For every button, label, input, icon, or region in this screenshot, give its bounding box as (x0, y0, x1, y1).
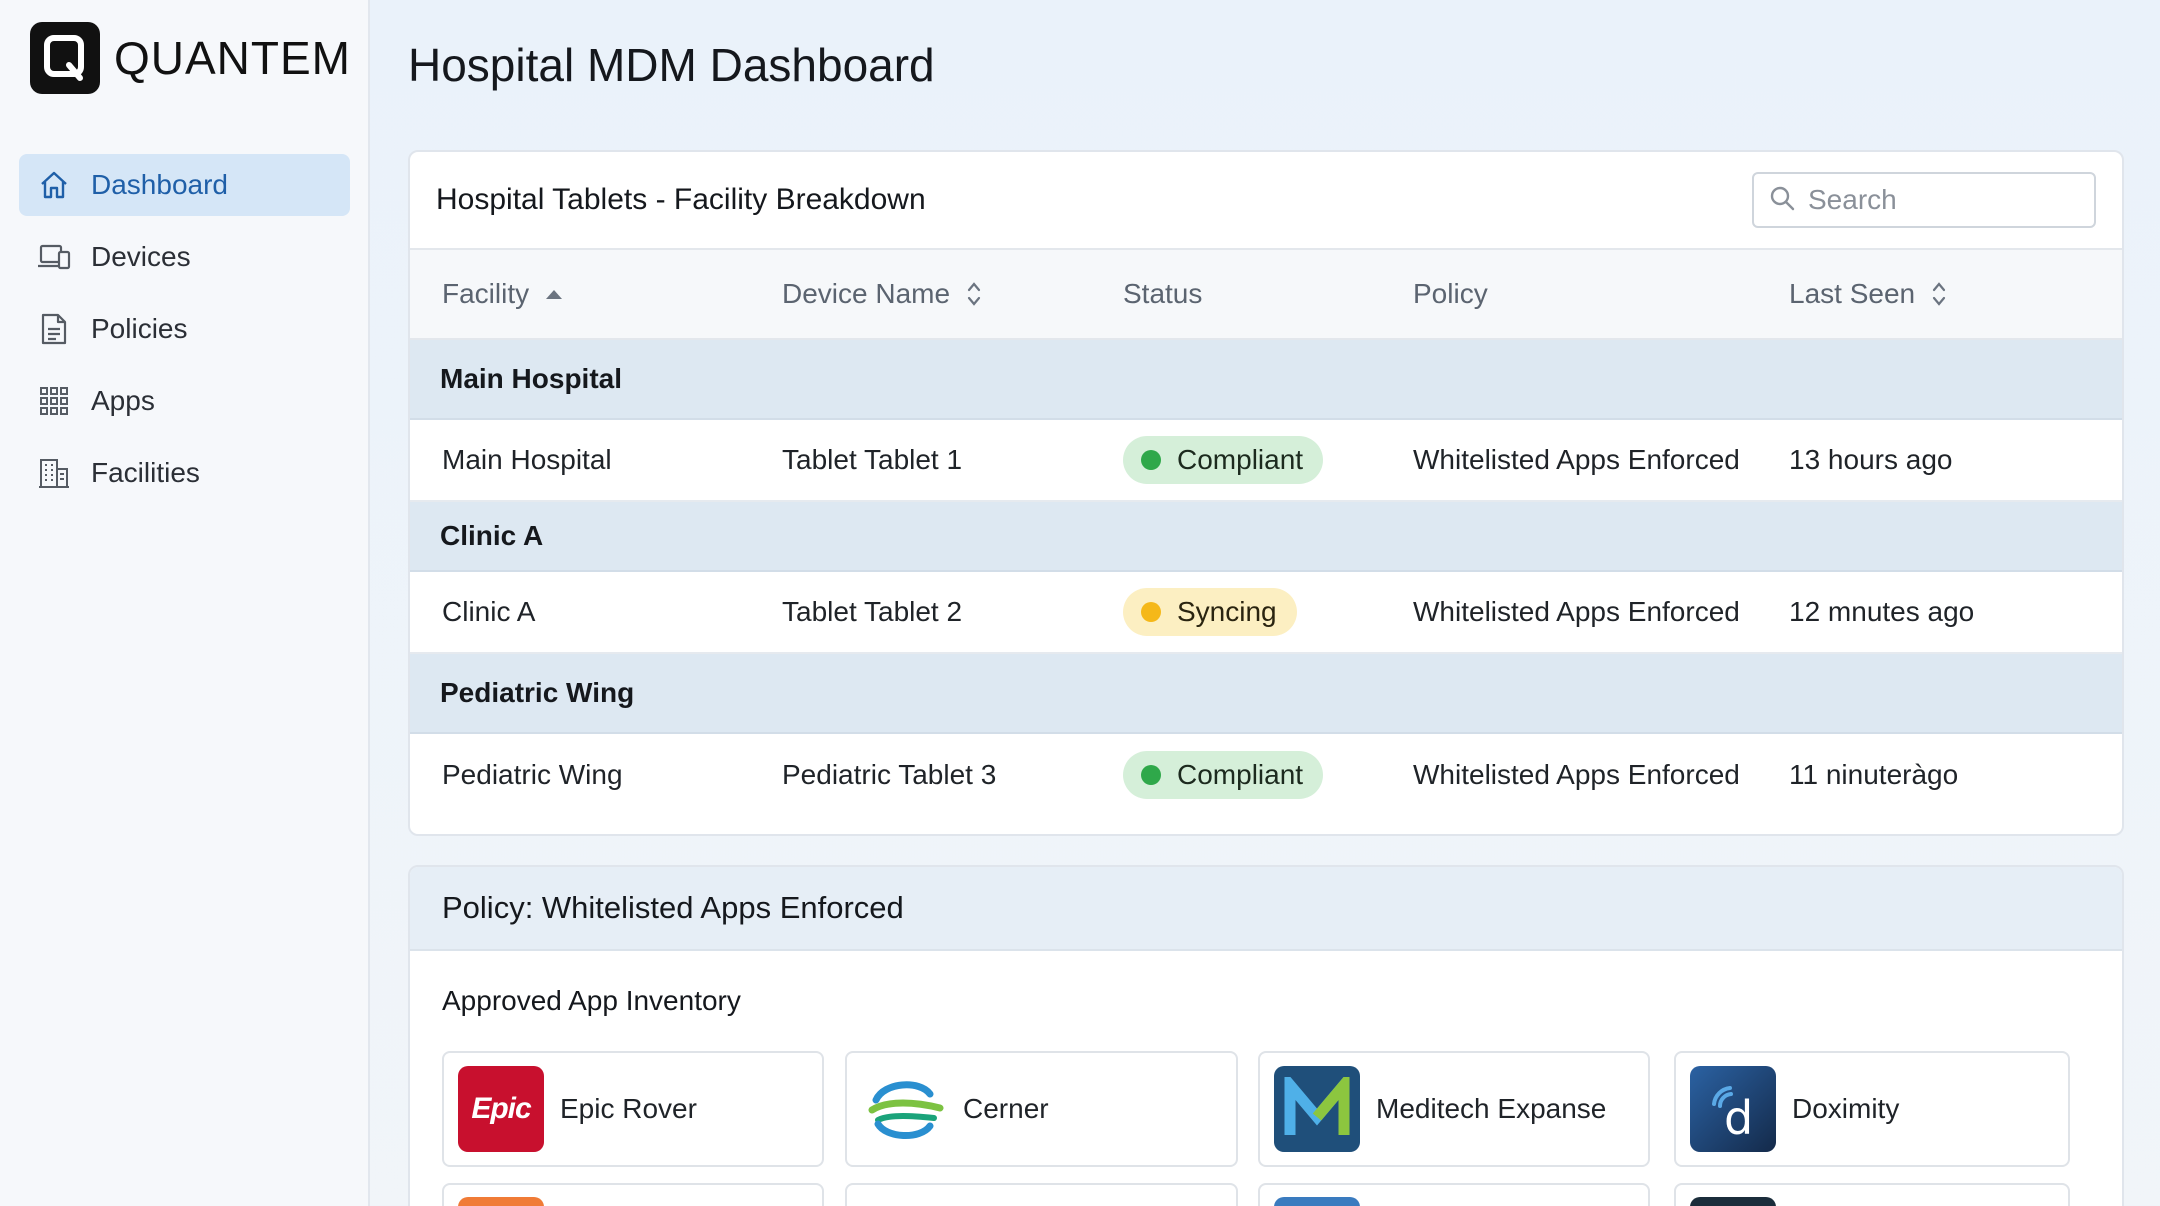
cerner-logo-icon (861, 1066, 947, 1152)
column-label: Last Seen (1789, 278, 1916, 309)
status-label: Syncing (1177, 596, 1277, 627)
status-label: Compliant (1177, 444, 1304, 475)
app-tile-partial[interactable] (1674, 1183, 2070, 1206)
column-label: Policy (1413, 278, 1488, 309)
search-input[interactable] (1808, 184, 2078, 216)
sort-toggle-icon (1931, 281, 1947, 307)
cell-policy: Whitelisted Apps Enforced (1413, 444, 1740, 475)
status-dot-icon (1141, 602, 1161, 622)
app-icon-partial (1274, 1197, 1360, 1206)
app-tile-cerner[interactable]: Cerner (845, 1051, 1238, 1167)
app-tile-meditech-expanse[interactable]: Meditech Expanse (1258, 1051, 1650, 1167)
cell-last-seen: 11 ninuteràgo (1789, 759, 1959, 790)
cell-device-name: Tablet Tablet 1 (782, 444, 963, 475)
app-tile-partial[interactable] (1258, 1183, 1650, 1206)
sidebar-item-label: Devices (91, 241, 191, 272)
status-label: Compliant (1177, 759, 1304, 790)
brand-name: QUANTEM (114, 32, 351, 84)
table-row[interactable]: Clinic A Tablet Tablet 2 Syncing Whiteli… (410, 572, 2122, 654)
sidebar-item-dashboard[interactable]: Dashboard (19, 154, 350, 216)
sidebar-item-devices[interactable]: Devices (19, 226, 350, 288)
group-label: Pediatric Wing (440, 677, 635, 708)
status-dot-icon (1141, 765, 1161, 785)
column-header-facility[interactable]: Facility (442, 278, 563, 310)
group-row-clinic-a[interactable]: Clinic A (410, 502, 2122, 572)
group-row-pediatric-wing[interactable]: Pediatric Wing (410, 654, 2122, 734)
sidebar-item-label: Policies (91, 313, 188, 344)
app-tile-partial[interactable] (442, 1183, 824, 1206)
cell-last-seen: 12 mnutes ago (1789, 596, 1975, 627)
status-badge: Syncing (1123, 588, 1297, 636)
app-icon-partial (458, 1197, 544, 1206)
cell-facility: Clinic A (442, 596, 536, 627)
sidebar-nav: Dashboard Devices Policies Apps Faciliti… (19, 154, 350, 514)
app-icon-partial (1690, 1197, 1776, 1206)
sidebar-item-policies[interactable]: Policies (19, 298, 350, 360)
sidebar-item-apps[interactable]: Apps (19, 370, 350, 432)
page-title: Hospital MDM Dashboard (408, 39, 935, 91)
app-tile-epic-rover[interactable]: Epic Epic Rover (442, 1051, 824, 1167)
svg-text:d: d (1724, 1091, 1753, 1144)
table-row[interactable]: Pediatric Wing Pediatric Tablet 3 Compli… (410, 734, 2122, 816)
epic-logo-icon: Epic (458, 1066, 544, 1152)
home-icon (37, 168, 71, 202)
sidebar-item-label: Facilities (91, 457, 200, 488)
group-label: Clinic A (440, 520, 544, 551)
sidebar-item-label: Apps (91, 385, 155, 416)
quantem-logo-icon (30, 22, 100, 94)
app-name: Epic Rover (560, 1093, 697, 1124)
column-header-last-seen[interactable]: Last Seen (1789, 278, 1947, 310)
cell-last-seen: 13 hours ago (1789, 444, 1953, 475)
tablets-card-title: Hospital Tablets - Facility Breakdown (436, 183, 926, 216)
app-tile-doximity[interactable]: d Doximity (1674, 1051, 2070, 1167)
cell-policy: Whitelisted Apps Enforced (1413, 596, 1740, 627)
column-header-device-name[interactable]: Device Name (782, 278, 982, 310)
sort-ascending-icon (545, 288, 563, 300)
cell-device-name: Pediatric Tablet 3 (782, 759, 997, 790)
devices-icon (37, 240, 71, 274)
status-badge: Compliant (1123, 751, 1324, 799)
app-tile-partial[interactable] (845, 1183, 1238, 1206)
sidebar-item-label: Dashboard (91, 169, 228, 200)
search-box[interactable] (1752, 172, 2096, 228)
policy-card-title: Policy: Whitelisted Apps Enforced (442, 890, 904, 925)
cell-device-name: Tablet Tablet 2 (782, 596, 963, 627)
app-name: Meditech Expanse (1376, 1093, 1607, 1124)
search-icon (1768, 184, 1796, 217)
group-label: Main Hospital (440, 363, 623, 394)
table-header: Facility Device Name Status Policy Last … (410, 250, 2122, 340)
column-label: Status (1123, 278, 1203, 309)
policy-card-header: Policy: Whitelisted Apps Enforced (410, 867, 2122, 951)
table-row[interactable]: Main Hospital Tablet Tablet 1 Compliant … (410, 420, 2122, 502)
group-row-main-hospital[interactable]: Main Hospital (410, 340, 2122, 420)
brand-logo[interactable]: QUANTEM (30, 22, 351, 94)
cell-facility: Main Hospital (442, 444, 612, 475)
column-label: Device Name (782, 278, 951, 309)
app-name: Doximity (1792, 1093, 1900, 1124)
cell-policy: Whitelisted Apps Enforced (1413, 759, 1740, 790)
cell-facility: Pediatric Wing (442, 759, 623, 790)
status-dot-icon (1141, 450, 1161, 470)
sort-toggle-icon (966, 281, 982, 307)
policy-card: Policy: Whitelisted Apps Enforced Approv… (408, 865, 2124, 1206)
grid-icon (37, 384, 71, 418)
building-icon (37, 456, 71, 490)
approved-apps-heading: Approved App Inventory (442, 985, 741, 1016)
sidebar-item-facilities[interactable]: Facilities (19, 442, 350, 504)
meditech-logo-icon (1274, 1066, 1360, 1152)
app-name: Cerner (963, 1093, 1049, 1124)
tablets-card-header: Hospital Tablets - Facility Breakdown (410, 152, 2122, 250)
document-icon (37, 312, 71, 346)
column-header-status: Status (1123, 278, 1202, 310)
sidebar: QUANTEM Dashboard Devices Policies Apps (0, 0, 370, 1206)
doximity-logo-icon: d (1690, 1066, 1776, 1152)
column-header-policy: Policy (1413, 278, 1488, 310)
column-label: Facility (442, 278, 530, 309)
status-badge: Compliant (1123, 436, 1324, 484)
tablets-card: Hospital Tablets - Facility Breakdown Fa… (408, 150, 2124, 836)
